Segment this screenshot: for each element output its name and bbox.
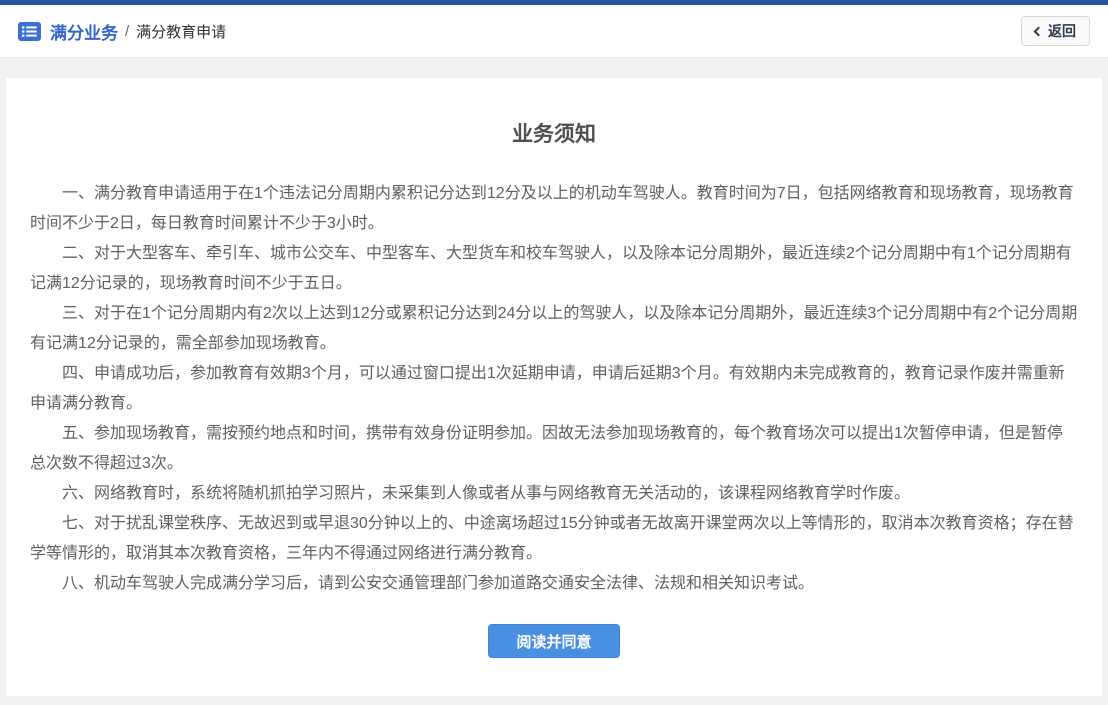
notice-paragraph-5: 五、参加现场教育，需按预约地点和时间，携带有效身份证明参加。因故无法参加现场教育… xyxy=(30,419,1078,479)
agree-button-row: 阅读并同意 xyxy=(30,624,1078,658)
breadcrumb-current: 满分教育申请 xyxy=(136,21,226,42)
back-button[interactable]: 返回 xyxy=(1021,16,1090,46)
breadcrumb-separator: / xyxy=(125,23,129,40)
notice-paragraph-7: 七、对于扰乱课堂秩序、无故迟到或早退30分钟以上的、中途离场超过15分钟或者无故… xyxy=(30,509,1078,569)
back-button-label: 返回 xyxy=(1048,21,1076,41)
notice-paragraph-4: 四、申请成功后，参加教育有效期3个月，可以通过窗口提出1次延期申请，申请后延期3… xyxy=(30,359,1078,419)
notice-paragraph-8: 八、机动车驾驶人完成满分学习后，请到公安交通管理部门参加道路交通安全法律、法规和… xyxy=(30,569,1078,599)
notice-paragraph-6: 六、网络教育时，系统将随机抓拍学习照片，未采集到人像或者从事与网络教育无关活动的… xyxy=(30,479,1078,509)
page-header: 满分业务 / 满分教育申请 返回 xyxy=(0,5,1108,58)
breadcrumb-section[interactable]: 满分业务 xyxy=(50,19,118,44)
notice-body: 一、满分教育申请适用于在1个违法记分周期内累积记分达到12分及以上的机动车驾驶人… xyxy=(30,179,1078,599)
chevron-left-icon xyxy=(1034,27,1044,37)
notice-title: 业务须知 xyxy=(30,118,1078,148)
agree-button[interactable]: 阅读并同意 xyxy=(488,624,620,658)
list-icon xyxy=(18,22,41,41)
notice-paragraph-1: 一、满分教育申请适用于在1个违法记分周期内累积记分达到12分及以上的机动车驾驶人… xyxy=(30,179,1078,239)
breadcrumb: 满分业务 / 满分教育申请 xyxy=(18,19,226,44)
notice-paragraph-3: 三、对于在1个记分周期内有2次以上达到12分或累积记分达到24分以上的驾驶人，以… xyxy=(30,299,1078,359)
notice-card: 业务须知 一、满分教育申请适用于在1个违法记分周期内累积记分达到12分及以上的机… xyxy=(6,78,1102,696)
notice-paragraph-2: 二、对于大型客车、牵引车、城市公交车、中型客车、大型货车和校车驾驶人，以及除本记… xyxy=(30,239,1078,299)
